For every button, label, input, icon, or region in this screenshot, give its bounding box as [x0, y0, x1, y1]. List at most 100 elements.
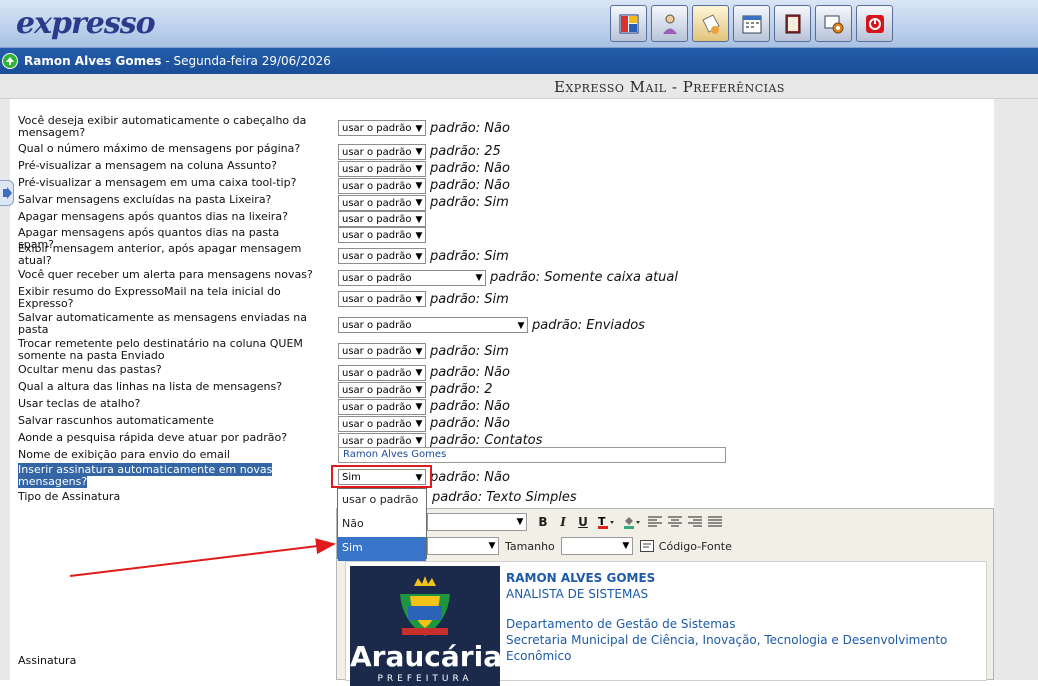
chevron-down-icon: ▼	[415, 368, 423, 378]
signature-dept: Departamento de Gestão de Sistemas	[506, 617, 736, 631]
preference-default: padrão: 2	[430, 382, 493, 397]
signature-secretariat-2: Econômico	[506, 649, 572, 663]
chevron-down-icon: ▼	[415, 346, 423, 357]
size-label: Tamanho	[505, 539, 555, 553]
preference-select[interactable]: usar o padrão ▼	[338, 269, 486, 286]
text-color-icon[interactable]: T	[593, 513, 619, 531]
display-name-label: Nome de exibição para envio do email	[18, 448, 230, 461]
preference-select[interactable]: usar o padrão ▼	[338, 160, 426, 177]
preference-select[interactable]: usar o padrão ▼	[338, 291, 426, 307]
signature-label: Assinatura	[18, 654, 77, 667]
preference-select[interactable]: usar o padrão ▼	[338, 381, 426, 398]
font-select[interactable]: ▼	[427, 513, 527, 531]
expresso-logo[interactable]: expresso	[16, 6, 156, 41]
preference-select[interactable]: usar o padrão ▼	[338, 343, 426, 359]
preference-default: padrão: Não	[430, 416, 510, 431]
chevron-down-icon: ▼	[415, 181, 423, 191]
preference-select[interactable]: usar o padrão ▼	[338, 211, 426, 227]
align-right-icon[interactable]	[685, 513, 705, 531]
preference-default: padrão: Sim	[430, 343, 509, 359]
chevron-down-icon: ▼	[415, 147, 423, 157]
background-color-icon[interactable]	[619, 513, 645, 531]
editor-toolbar-row2: ▼ Tamanho ▼ Código-Fonte	[427, 537, 738, 555]
preference-default: padrão: Não	[430, 399, 510, 414]
preference-select[interactable]: usar o padrão ▼	[338, 317, 528, 333]
chevron-down-icon: ▼	[415, 214, 423, 225]
preference-default: padrão: Não	[430, 120, 510, 136]
bold-button[interactable]: B	[533, 513, 553, 531]
signature-auto-dropdown: usar o padrão Não Sim	[337, 488, 427, 561]
admin-icon[interactable]	[815, 5, 852, 42]
signature-type-label: Tipo de Assinatura	[18, 490, 121, 503]
chevron-down-icon: ▼	[415, 294, 423, 305]
preference-label: Você quer receber um alerta para mensage…	[18, 268, 313, 281]
preference-select[interactable]: usar o padrão ▼	[338, 364, 426, 381]
dropdown-option-sim[interactable]: Sim	[338, 537, 426, 561]
up-arrow-icon[interactable]	[2, 53, 18, 69]
size-select[interactable]: ▼	[560, 537, 633, 555]
title-bar: Expresso Mail - Preferências	[0, 74, 1038, 99]
user-name: Ramon Alves Gomes	[24, 54, 162, 68]
chevron-down-icon: ▼	[415, 402, 423, 412]
preference-label: Salvar automaticamente as mensagens envi…	[18, 311, 308, 336]
align-center-icon[interactable]	[665, 513, 685, 531]
signature-role: ANALISTA DE SISTEMAS	[506, 587, 649, 601]
format-select[interactable]: ▼	[427, 537, 499, 555]
mail-icon[interactable]	[692, 5, 729, 42]
layout-icon[interactable]	[610, 5, 647, 42]
page-title: Expresso Mail - Preferências	[554, 78, 785, 96]
dropdown-option-nao[interactable]: Não	[338, 513, 426, 537]
preference-default: padrão: Não	[430, 365, 510, 380]
signature-edit-area[interactable]: Araucária PREFEITURA RAMON ALVES GOMES A…	[345, 561, 987, 686]
italic-button[interactable]: I	[553, 513, 573, 531]
preference-default: padrão: Sim	[430, 248, 509, 264]
contacts-icon[interactable]	[651, 5, 688, 42]
chevron-down-icon: ▼	[415, 123, 423, 134]
dropdown-option-default[interactable]: usar o padrão	[338, 489, 426, 513]
chevron-down-icon: ▼	[415, 436, 423, 446]
editor-toolbar-row1: ▼ B I U T	[427, 513, 725, 531]
logout-icon[interactable]	[856, 5, 893, 42]
preference-default: padrão: Somente caixa atual	[490, 270, 678, 285]
notebook-icon[interactable]	[774, 5, 811, 42]
preference-select[interactable]: usar o padrão ▼	[338, 227, 426, 243]
logo-subtext: PREFEITURA	[377, 674, 473, 684]
preference-label: Você deseja exibir automaticamente o cab…	[18, 114, 307, 139]
calendar-icon[interactable]	[733, 5, 770, 42]
preference-default: padrão: Não	[430, 161, 510, 176]
preference-default: padrão: Sim	[430, 195, 509, 210]
preference-select[interactable]: usar o padrão ▼	[338, 248, 426, 264]
signature-auto-label: Inserir assinatura automaticamente em no…	[18, 463, 273, 488]
preference-default: padrão: Sim	[430, 291, 509, 307]
preference-select[interactable]: usar o padrão ▼	[338, 398, 426, 415]
expand-sidebar-icon[interactable]	[0, 180, 14, 206]
source-code-button[interactable]: Código-Fonte	[659, 540, 732, 553]
preference-default: padrão: Enviados	[532, 317, 645, 333]
preference-label: Exibir resumo do ExpressoMail na tela in…	[18, 285, 281, 310]
highlight-box	[331, 465, 432, 488]
chevron-down-icon: ▼	[415, 198, 423, 208]
justify-icon[interactable]	[705, 513, 725, 531]
preference-default: padrão: Contatos	[430, 433, 543, 448]
underline-button[interactable]: U	[573, 513, 593, 531]
signature-secretariat: Secretaria Municipal de Ciência, Inovaçã…	[506, 633, 948, 647]
preference-select[interactable]: usar o padrão ▼	[338, 143, 426, 160]
preference-select[interactable]: usar o padrão ▼	[338, 120, 426, 136]
preference-select[interactable]: usar o padrão ▼	[338, 177, 426, 194]
app-toolbar	[610, 5, 893, 42]
chevron-down-icon: ▼	[475, 273, 483, 283]
signature-text: RAMON ALVES GOMES ANALISTA DE SISTEMAS D…	[506, 570, 947, 664]
current-date: - Segunda-feira 29/06/2026	[165, 54, 331, 68]
preference-default: padrão: Não	[430, 178, 510, 193]
preference-select[interactable]: usar o padrão ▼	[338, 194, 426, 211]
preference-select[interactable]: usar o padrão ▼	[338, 415, 426, 432]
preference-default: padrão: 25	[430, 144, 501, 159]
preference-label: Pré-visualizar a mensagem em uma caixa t…	[18, 176, 297, 189]
align-left-icon[interactable]	[645, 513, 665, 531]
signature-auto-default: padrão: Não	[430, 469, 510, 485]
display-name-input[interactable]: Ramon Alves Gomes	[338, 447, 726, 463]
preference-label: Trocar remetente pelo destinatário na co…	[18, 337, 303, 362]
signature-editor: ▼ B I U T ▼ Tamanho ▼ Código-Fonte Arauc…	[336, 508, 994, 686]
source-code-icon[interactable]	[637, 537, 657, 555]
chevron-down-icon: ▼	[415, 230, 423, 241]
